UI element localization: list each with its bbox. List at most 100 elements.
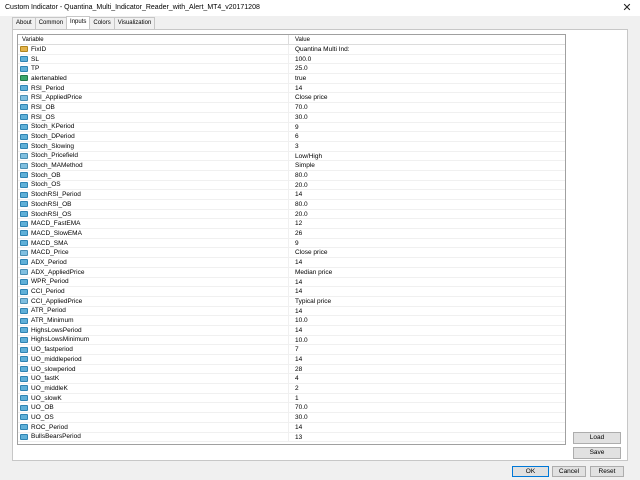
table-row[interactable]: RSI_OB 70.0 bbox=[18, 103, 565, 113]
variable-column-header[interactable]: Variable bbox=[18, 35, 289, 44]
cancel-button[interactable]: Cancel bbox=[552, 466, 586, 477]
value-cell[interactable]: 14 bbox=[289, 84, 565, 93]
table-row[interactable]: CCI_AppliedPrice Typical price bbox=[18, 296, 565, 307]
table-row[interactable]: UO_slowK 1 bbox=[18, 393, 565, 404]
value-cell[interactable]: 2 bbox=[289, 384, 565, 393]
table-row[interactable]: ADX_Period 14 bbox=[18, 258, 565, 268]
table-row[interactable]: UO_OB 70.0 bbox=[18, 403, 565, 414]
table-row[interactable]: UO_middleperiod 14 bbox=[18, 355, 565, 365]
table-row[interactable]: MACD_FastEMA 12 bbox=[18, 219, 565, 230]
value-cell[interactable]: 80.0 bbox=[289, 200, 565, 209]
value-cell[interactable]: 14 bbox=[289, 287, 565, 296]
value-cell[interactable]: 14 bbox=[289, 258, 565, 267]
value-cell[interactable]: 13 bbox=[289, 433, 565, 442]
value-cell[interactable]: Low/High bbox=[289, 152, 565, 161]
value-cell[interactable]: 30.0 bbox=[289, 113, 565, 122]
tab-about[interactable]: About bbox=[12, 17, 36, 29]
variable-cell: UO_fastperiod bbox=[18, 345, 289, 354]
table-row[interactable]: UO_slowperiod 28 bbox=[18, 364, 565, 375]
table-row[interactable]: Stoch_Pricefield Low/High bbox=[18, 151, 565, 162]
table-row[interactable]: Stoch_DPeriod 6 bbox=[18, 132, 565, 142]
table-row[interactable]: StochRSI_OB 80.0 bbox=[18, 200, 565, 210]
reset-button[interactable]: Reset bbox=[590, 466, 624, 477]
tab-colors[interactable]: Colors bbox=[89, 17, 115, 29]
value-cell[interactable]: 10.0 bbox=[289, 336, 565, 345]
value-cell[interactable]: 80.0 bbox=[289, 171, 565, 180]
table-row[interactable]: StochRSI_OS 20.0 bbox=[18, 209, 565, 220]
value-cell[interactable]: 1 bbox=[289, 394, 565, 403]
value-cell[interactable]: 4 bbox=[289, 374, 565, 383]
table-row[interactable]: RSI_AppliedPrice Close price bbox=[18, 93, 565, 104]
value-cell[interactable]: 20.0 bbox=[289, 181, 565, 190]
value-cell[interactable]: 14 bbox=[289, 423, 565, 432]
value-cell[interactable]: 10.0 bbox=[289, 316, 565, 325]
table-row[interactable]: Stoch_Slowing 3 bbox=[18, 141, 565, 152]
table-row[interactable]: Stoch_MAMethod Simple bbox=[18, 161, 565, 171]
table-row[interactable]: RSI_Period 14 bbox=[18, 83, 565, 94]
tab-inputs[interactable]: Inputs bbox=[66, 16, 91, 29]
table-row[interactable]: alertenabled true bbox=[18, 74, 565, 84]
table-row[interactable]: RSI_OS 30.0 bbox=[18, 112, 565, 123]
value-cell[interactable]: Typical price bbox=[289, 297, 565, 306]
value-cell[interactable]: 14 bbox=[289, 355, 565, 364]
save-button[interactable]: Save bbox=[573, 447, 621, 459]
table-row[interactable]: Stoch_KPeriod 9 bbox=[18, 122, 565, 133]
value-cell[interactable]: 6 bbox=[289, 132, 565, 141]
value-cell[interactable]: Close price bbox=[289, 93, 565, 102]
table-row[interactable]: TP 25.0 bbox=[18, 64, 565, 75]
value-cell[interactable]: 30.0 bbox=[289, 413, 565, 422]
table-row[interactable]: HighsLowsMinimum 10.0 bbox=[18, 335, 565, 346]
value-cell[interactable]: Quantina Multi Ind: bbox=[289, 45, 565, 54]
table-row[interactable]: ATR_Period 14 bbox=[18, 306, 565, 317]
value-cell[interactable]: 26 bbox=[289, 229, 565, 238]
value-cell[interactable]: 14 bbox=[289, 307, 565, 316]
value-cell[interactable]: 14 bbox=[289, 190, 565, 199]
value-cell[interactable]: 25.0 bbox=[289, 64, 565, 73]
table-row[interactable]: ATR_Minimum 10.0 bbox=[18, 316, 565, 326]
table-row[interactable]: UO_fastK 4 bbox=[18, 374, 565, 385]
value-cell[interactable]: Close price bbox=[289, 248, 565, 257]
table-row[interactable]: MACD_Price Close price bbox=[18, 248, 565, 259]
tab-common[interactable]: Common bbox=[34, 17, 68, 29]
value-cell[interactable]: 3 bbox=[289, 142, 565, 151]
table-row[interactable]: ADX_AppliedPrice Median price bbox=[18, 267, 565, 278]
value-cell[interactable]: 9 bbox=[289, 239, 565, 248]
table-row[interactable]: Stoch_OS 20.0 bbox=[18, 180, 565, 191]
table-row[interactable]: UO_fastperiod 7 bbox=[18, 345, 565, 355]
value-cell[interactable]: 20.0 bbox=[289, 210, 565, 219]
value-cell[interactable]: 14 bbox=[289, 326, 565, 335]
value-cell[interactable]: 28 bbox=[289, 365, 565, 374]
value-cell[interactable]: 14 bbox=[289, 278, 565, 287]
table-row[interactable]: BullsBearsPeriod 13 bbox=[18, 432, 565, 443]
table-row[interactable]: StochRSI_Period 14 bbox=[18, 190, 565, 200]
value-cell[interactable]: Simple bbox=[289, 161, 565, 170]
table-row[interactable]: FixID Quantina Multi Ind: bbox=[18, 45, 565, 55]
table-row[interactable]: WPR_Period 14 bbox=[18, 277, 565, 288]
table-row[interactable]: MACD_SMA 9 bbox=[18, 238, 565, 249]
enum-param-icon bbox=[20, 298, 28, 305]
value-cell[interactable]: Median price bbox=[289, 268, 565, 277]
table-row[interactable]: HighsLowsPeriod 14 bbox=[18, 325, 565, 336]
variable-cell: UO_OS bbox=[18, 413, 289, 422]
table-row[interactable]: CCI_Period 14 bbox=[18, 287, 565, 297]
ok-button[interactable]: OK bbox=[512, 466, 549, 477]
tab-visualization[interactable]: Visualization bbox=[113, 17, 156, 29]
table-row[interactable]: Stoch_OB 80.0 bbox=[18, 170, 565, 181]
close-icon[interactable]: ✕ bbox=[620, 1, 634, 15]
table-row[interactable]: ROC_Period 14 bbox=[18, 422, 565, 433]
value-cell[interactable]: 100.0 bbox=[289, 55, 565, 64]
load-button[interactable]: Load bbox=[573, 432, 621, 444]
table-row[interactable]: UO_OS 30.0 bbox=[18, 413, 565, 423]
value-cell[interactable]: 9 bbox=[289, 123, 565, 132]
value-cell[interactable]: true bbox=[289, 74, 565, 83]
number-param-icon bbox=[20, 143, 28, 150]
value-cell[interactable]: 70.0 bbox=[289, 403, 565, 412]
value-cell[interactable]: 7 bbox=[289, 345, 565, 354]
table-row[interactable]: SL 100.0 bbox=[18, 54, 565, 65]
value-column-header[interactable]: Value bbox=[289, 35, 565, 44]
tab-strip: About Common Inputs Colors Visualization bbox=[12, 16, 156, 29]
table-row[interactable]: UO_middleK 2 bbox=[18, 384, 565, 394]
value-cell[interactable]: 70.0 bbox=[289, 103, 565, 112]
value-cell[interactable]: 12 bbox=[289, 219, 565, 228]
table-row[interactable]: MACD_SlowEMA 26 bbox=[18, 229, 565, 239]
